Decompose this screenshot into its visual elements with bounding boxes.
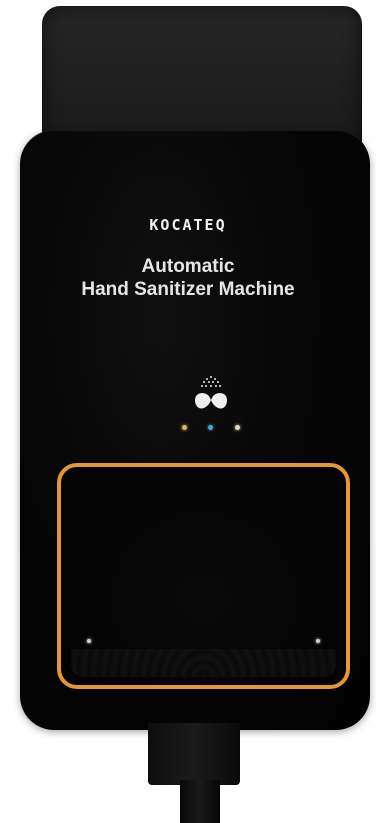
brand-logo: KOCATEQ: [149, 216, 227, 234]
indicator-light-white: [235, 425, 240, 430]
sensor-dot-right: [316, 639, 320, 643]
hand-sensor-area[interactable]: [57, 463, 350, 689]
hands-spray-icon: [191, 374, 231, 414]
product-title-line-1: Automatic: [141, 256, 235, 277]
sensor-grille: [71, 649, 336, 677]
stand-neck: [148, 723, 240, 785]
sensor-dot-left: [87, 639, 91, 643]
indicator-light-amber: [182, 425, 187, 430]
product-title-line-2: Hand Sanitizer Machine: [81, 279, 295, 300]
indicator-light-blue: [208, 425, 213, 430]
stand-pole: [180, 780, 220, 823]
